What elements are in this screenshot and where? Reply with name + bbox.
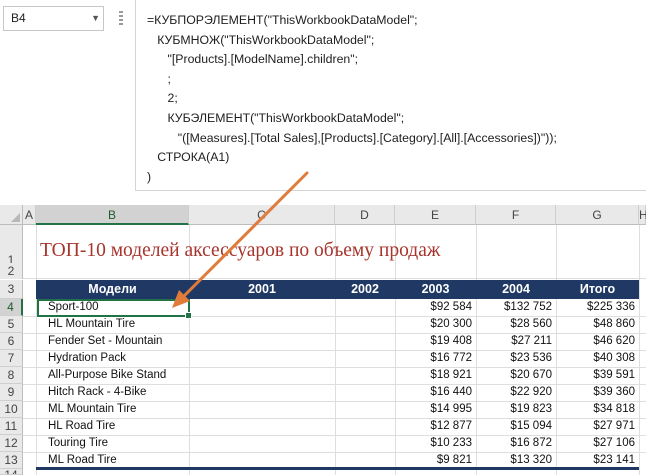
cell-total[interactable]: $27 106 (556, 435, 635, 452)
formula-line: КУБМНОЖ("ThisWorkbookDataModel"; (147, 32, 375, 47)
cell-2003[interactable]: $16 772 (395, 350, 472, 367)
formula-line: "[Products].[ModelName].children"; (147, 52, 359, 67)
cell-2003[interactable]: $16 440 (395, 384, 472, 401)
cell-2004[interactable]: $132 752 (476, 299, 552, 316)
row-header-13[interactable]: 13 (0, 452, 23, 469)
cell-2004[interactable]: $28 560 (476, 316, 552, 333)
chevron-down-icon[interactable]: ▼ (91, 7, 100, 30)
header-total[interactable]: Итого (556, 280, 639, 299)
row-header-10[interactable]: 10 (0, 401, 23, 418)
cell-model[interactable]: All-Purpose Bike Stand (48, 367, 186, 384)
cell-2003[interactable]: $20 300 (395, 316, 472, 333)
formula-bar[interactable]: =КУБПОРЭЛЕМЕНТ("ThisWorkbookDataModel"; … (135, 0, 646, 191)
cell-model[interactable]: Fender Set - Mountain (48, 333, 186, 350)
cell-total[interactable]: $46 620 (556, 333, 635, 350)
row-header-6[interactable]: 6 (0, 333, 23, 350)
cell-2004[interactable]: $20 670 (476, 367, 552, 384)
formula-line: ) (147, 169, 152, 184)
cell-2003[interactable]: $19 408 (395, 333, 472, 350)
cell-model[interactable]: Hydration Pack (48, 350, 186, 367)
cell-2004[interactable]: $27 211 (476, 333, 552, 350)
column-header-h[interactable]: H (639, 205, 646, 225)
cell-model[interactable]: HL Mountain Tire (48, 316, 186, 333)
cell-2004[interactable]: $19 823 (476, 401, 552, 418)
cell-total[interactable]: $40 308 (556, 350, 635, 367)
active-cell-selection[interactable] (37, 299, 192, 319)
cell-model[interactable]: Touring Tire (48, 435, 186, 452)
cell-2003[interactable]: $92 584 (395, 299, 472, 316)
row-header-12[interactable]: 12 (0, 435, 23, 452)
column-header-a[interactable]: A (23, 205, 36, 225)
header-2002[interactable]: 2002 (335, 280, 395, 299)
row-header-3[interactable]: 3 (0, 280, 23, 299)
cell-total[interactable]: $225 336 (556, 299, 635, 316)
row-header-11[interactable]: 11 (0, 418, 23, 435)
sheet-title[interactable]: ТОП-10 моделей аксессуаров по объему про… (40, 240, 440, 262)
header-2003[interactable]: 2003 (395, 280, 476, 299)
row-header-2[interactable]: 2 (0, 263, 23, 279)
name-box-value: B4 (11, 11, 26, 25)
header-models[interactable]: Модели (36, 280, 189, 299)
header-2004[interactable]: 2004 (476, 280, 556, 299)
cell-model[interactable]: HL Road Tire (48, 418, 186, 435)
cell-total[interactable]: $27 971 (556, 418, 635, 435)
formula-line: ; (147, 71, 171, 86)
column-header-b[interactable]: B (36, 205, 189, 225)
select-all-corner[interactable] (0, 205, 23, 225)
column-header-c[interactable]: C (189, 205, 335, 225)
cell-model[interactable]: Hitch Rack - 4-Bike (48, 384, 186, 401)
formula-line: =КУБПОРЭЛЕМЕНТ("ThisWorkbookDataModel"; (147, 13, 418, 27)
row-header-9[interactable]: 9 (0, 384, 23, 401)
cell-total[interactable]: $39 591 (556, 367, 635, 384)
formula-bar-splitter[interactable] (119, 11, 123, 25)
formula-line: СТРОКА(A1) (147, 150, 230, 165)
header-2001[interactable]: 2001 (189, 280, 335, 299)
cell-total[interactable]: $34 818 (556, 401, 635, 418)
table-bottom-border (36, 467, 639, 470)
cell-2004[interactable]: $16 872 (476, 435, 552, 452)
cell-model[interactable]: ML Mountain Tire (48, 401, 186, 418)
column-header-e[interactable]: E (395, 205, 476, 225)
cell-total[interactable]: $39 360 (556, 384, 635, 401)
row-header-5[interactable]: 5 (0, 316, 23, 333)
cell-total[interactable]: $48 860 (556, 316, 635, 333)
formula-text: =КУБПОРЭЛЕМЕНТ("ThisWorkbookDataModel"; … (136, 0, 646, 187)
cell-2004[interactable]: $23 536 (476, 350, 552, 367)
cell-2004[interactable]: $15 094 (476, 418, 552, 435)
cell-2003[interactable]: $14 995 (395, 401, 472, 418)
column-header-f[interactable]: F (476, 205, 556, 225)
formula-line: 2; (147, 91, 178, 106)
cell-2003[interactable]: $18 921 (395, 367, 472, 384)
cell-2003[interactable]: $10 233 (395, 435, 472, 452)
formula-line: "([Measures].[Total Sales],[Products].[C… (147, 130, 557, 145)
column-header-g[interactable]: G (556, 205, 639, 225)
row-header-8[interactable]: 8 (0, 367, 23, 384)
row-header-14[interactable]: 14 (0, 469, 23, 475)
cell-2004[interactable]: $22 920 (476, 384, 552, 401)
column-header-d[interactable]: D (335, 205, 395, 225)
row-header-7[interactable]: 7 (0, 350, 23, 367)
name-box[interactable]: B4 ▼ (3, 6, 104, 31)
row-header-4[interactable]: 4 (0, 299, 23, 316)
cell-2003[interactable]: $12 877 (395, 418, 472, 435)
gridline (23, 278, 646, 279)
formula-line: КУБЭЛЕМЕНТ("ThisWorkbookDataModel"; (147, 110, 405, 125)
